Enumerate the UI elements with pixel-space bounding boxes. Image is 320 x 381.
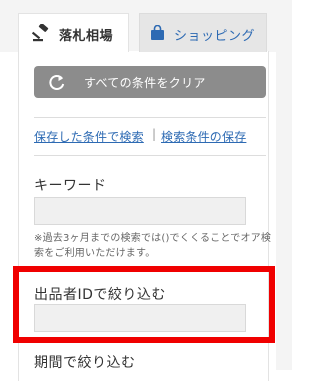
tab-shopping[interactable]: ショッピング xyxy=(139,13,267,52)
link-separator: | xyxy=(152,127,157,141)
gavel-icon xyxy=(32,24,49,42)
keyword-section-title: キーワード xyxy=(34,178,107,194)
divider xyxy=(34,155,266,156)
period-section-title: 期間で絞り込む xyxy=(34,355,136,371)
keyword-input[interactable] xyxy=(34,197,246,225)
saved-search-link[interactable]: 保存した条件で検索 xyxy=(34,128,144,145)
tab-auction-price-label: 落札相場 xyxy=(59,29,114,44)
save-conditions-link[interactable]: 検索条件の保存 xyxy=(161,128,246,145)
right-gutter xyxy=(276,0,292,370)
shopping-bag-icon xyxy=(151,25,164,40)
keyword-note: ※過去3ヶ月までの検索では()でくくることでオア検索をご利用いただけます。 xyxy=(34,233,272,259)
highlight-annotation-box xyxy=(13,266,275,343)
clear-all-conditions-button[interactable]: すべての条件をクリア xyxy=(34,66,266,98)
tab-auction-price[interactable]: 落札相場 xyxy=(18,13,129,52)
refresh-icon xyxy=(49,75,65,90)
clear-all-conditions-label: すべての条件をクリア xyxy=(84,76,206,90)
divider xyxy=(34,117,266,118)
tab-shopping-label: ショッピング xyxy=(174,29,256,44)
